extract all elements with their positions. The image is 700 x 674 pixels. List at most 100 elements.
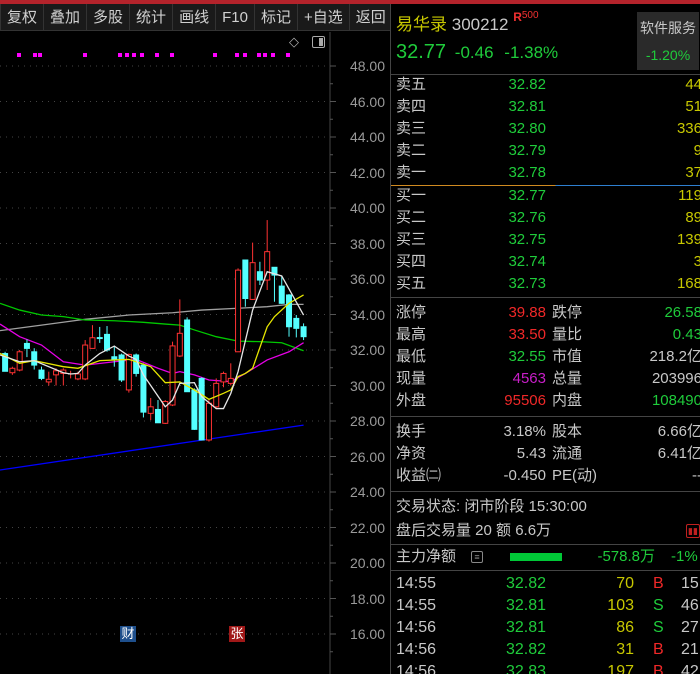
candle-body — [53, 370, 60, 376]
level-label: 买三 — [396, 231, 427, 248]
stat-value: 6.66亿 — [657, 423, 700, 440]
kline-svg[interactable] — [0, 32, 390, 674]
stat-label: 流通 — [552, 445, 583, 462]
toolbar-button[interactable]: +自选 — [296, 4, 349, 31]
toolbar-button[interactable]: 返回 — [348, 4, 392, 31]
stat-label: PE(动) — [552, 467, 598, 484]
candle-body — [118, 354, 125, 381]
tick-side: B — [653, 663, 664, 674]
candle-body — [235, 269, 242, 353]
toolbar-button[interactable]: F10 — [215, 4, 254, 31]
main-flow-pct: -1% — [671, 548, 698, 565]
tick-side: B — [653, 575, 664, 592]
level-label: 卖四 — [396, 98, 427, 115]
tick-time: 14:56 — [396, 641, 437, 658]
buy-level[interactable]: 买五 32.73 168 — [391, 273, 700, 295]
panel-toggle-icon[interactable] — [312, 36, 325, 48]
level-label: 买五 — [396, 275, 427, 292]
toolbar-button[interactable]: 标记 — [253, 4, 297, 31]
tick-count: 27 — [681, 619, 699, 636]
after-hours: 盘后交易量 20 额 6.6万 — [396, 522, 552, 539]
level-volume: 89 — [685, 209, 700, 226]
y-tick-label: 42.00 — [349, 164, 385, 181]
event-dot — [83, 53, 87, 57]
tick-volume: 86 — [616, 619, 634, 636]
tick-volume: 197 — [607, 663, 634, 674]
candle-body — [74, 373, 81, 380]
tick-time: 14:55 — [396, 575, 437, 592]
tick-time: 14:56 — [396, 663, 437, 674]
tick-count: 15 — [681, 575, 699, 592]
toolbar-button[interactable]: 复权 — [0, 4, 43, 31]
level-price: 32.76 — [508, 209, 546, 226]
level-price: 32.78 — [508, 164, 546, 181]
y-tick-label: 48.00 — [349, 58, 385, 74]
candle-body — [278, 285, 285, 304]
toolbar-button[interactable]: 叠加 — [43, 4, 86, 31]
toolbar-button[interactable]: 统计 — [129, 4, 172, 31]
event-badge[interactable]: 张 — [229, 626, 245, 642]
buy-level[interactable]: 买三 32.75 139 — [391, 229, 700, 251]
stat-label: 最低 — [396, 348, 427, 365]
level-price: 32.81 — [508, 98, 546, 115]
main-flow-amount: -578.8万 — [597, 548, 655, 565]
stat-value: -0.450 — [503, 467, 546, 484]
event-dot — [38, 53, 42, 57]
kline-chart[interactable]: 48.00 46.00 44.00 42.00 40.00 38.00 36.00 34.00… — [0, 32, 390, 674]
event-dot — [263, 53, 267, 57]
tick-row: 14:55 32.81 103 S 46 — [391, 595, 700, 617]
tick-count: 46 — [681, 597, 699, 614]
tick-count: 21 — [681, 641, 699, 658]
candle-body — [45, 378, 52, 383]
ma5-line — [0, 270, 305, 410]
diamond-icon[interactable]: ◇ — [289, 34, 299, 50]
event-dot — [213, 53, 217, 57]
event-dot — [132, 53, 136, 57]
event-badge[interactable]: 财 — [120, 626, 136, 642]
y-tick-label: 24.00 — [349, 484, 385, 500]
y-tick-label: 16.00 — [349, 626, 385, 642]
candle-body — [23, 342, 30, 349]
buy-level[interactable]: 买四 32.74 3 — [391, 251, 700, 273]
level-volume: 119 — [678, 187, 700, 204]
stat-row: 换手 3.18% 股本 6.66亿 — [391, 421, 700, 443]
bar-chart-icon[interactable]: ▮▮ — [686, 524, 700, 538]
r-tag-num: 500 — [521, 10, 539, 21]
tick-side: S — [653, 619, 664, 636]
stock-code: 300212 — [451, 15, 509, 34]
candle-body — [249, 262, 256, 300]
tick-row: 14:56 32.83 197 B 42 — [391, 661, 700, 674]
tick-count: 42 — [681, 663, 699, 674]
y-tick-label: 46.00 — [349, 93, 385, 110]
level-volume: 51 — [685, 98, 700, 115]
level-label: 买四 — [396, 253, 427, 270]
buy-level[interactable]: 买一 32.77 119 — [391, 185, 700, 207]
stat-label: 总量 — [552, 370, 583, 387]
sell-level[interactable]: 卖一 32.78 37 — [391, 162, 700, 184]
event-dot — [155, 53, 159, 57]
toolbar-button[interactable]: 多股 — [86, 4, 129, 31]
tick-time: 14:56 — [396, 619, 437, 636]
ma10-line — [0, 294, 304, 401]
candle-body — [220, 372, 227, 383]
stat-row: 最高 33.50 量比 0.43 — [391, 324, 700, 346]
candle-body — [154, 408, 161, 424]
candle-body — [191, 389, 198, 430]
stat-label: 换手 — [396, 423, 427, 440]
sell-level[interactable]: 卖五 32.82 44 — [391, 74, 700, 96]
buy-level[interactable]: 买二 32.76 89 — [391, 207, 700, 229]
sell-level[interactable]: 卖二 32.79 9 — [391, 140, 700, 162]
level-label: 卖一 — [396, 164, 427, 181]
toolbar-button[interactable]: 画线 — [172, 4, 215, 31]
sector-button[interactable]: 软件服务 -1.20% — [637, 12, 699, 70]
stat-row: 收益㈡ -0.450 PE(动) -- — [391, 465, 700, 487]
list-icon[interactable]: ≡ — [471, 551, 483, 563]
level-volume: 37 — [685, 164, 700, 181]
main-flow-bar — [510, 553, 562, 561]
candle-body — [293, 317, 300, 329]
sell-level[interactable]: 卖三 32.80 336 — [391, 118, 700, 140]
stat-label: 外盘 — [396, 392, 427, 409]
candle-body — [82, 344, 89, 380]
sell-level[interactable]: 卖四 32.81 51 — [391, 96, 700, 118]
stat-row: 外盘 95506 内盘 108490 — [391, 390, 700, 412]
